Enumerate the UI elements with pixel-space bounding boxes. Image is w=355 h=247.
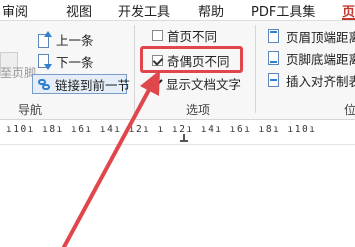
show-document-text-option[interactable]: 显示文档文字 [152, 73, 241, 93]
tab-developer[interactable]: 开发工具 [118, 1, 170, 20]
link-to-previous-button[interactable]: 链接到前一节 [32, 74, 131, 94]
group-separator [255, 25, 256, 113]
header-from-top-control[interactable]: 页眉顶端距离 [268, 26, 355, 46]
insert-alignment-tab-label: 插入对齐制表 [286, 73, 355, 89]
document-page[interactable] [0, 145, 355, 247]
alignment-tab-icon [268, 72, 282, 88]
footer-bottom-icon [268, 50, 282, 66]
go-to-footer-label: 至页脚 [0, 66, 37, 80]
link-to-previous-label: 链接到前一节 [55, 77, 131, 93]
highlight-box [140, 46, 243, 73]
insert-alignment-tab-button[interactable]: 插入对齐制表 [268, 70, 355, 90]
footer-from-bottom-label: 页脚底端距离 [286, 51, 355, 67]
group-label-options: 选项 [186, 103, 211, 117]
header-from-top-label: 页眉顶端距离 [286, 29, 355, 45]
group-separator [134, 25, 135, 113]
tab-view[interactable]: 视图 [66, 1, 92, 20]
next-icon [38, 53, 52, 70]
ribbon-panel: 至页脚 上一条 下一条 链接到前一节 导航 首页不同 奇偶页不同 显示文档文字 [0, 21, 355, 120]
header-top-icon [268, 28, 282, 44]
horizontal-ruler[interactable]: ı10ı ı8ı ı6ı ı4ı ı2ı ı ı2ı ı4ı ı6ı ı8ı ı… [0, 120, 355, 145]
tab-review[interactable]: 审阅 [2, 1, 28, 20]
next-label: 下一条 [56, 54, 94, 70]
group-label-position: 位 [344, 103, 355, 117]
previous-label: 上一条 [56, 32, 94, 48]
ruler-indent-marker[interactable] [180, 134, 188, 142]
first-page-different-checkbox[interactable] [152, 29, 163, 41]
link-icon [37, 77, 51, 92]
show-document-text-label: 显示文档文字 [166, 76, 242, 92]
ruler-scale: ı10ı ı8ı ı6ı ı4ı ı2ı ı ı2ı ı4ı ı6ı ı8ı ı… [6, 124, 317, 135]
next-button[interactable]: 下一条 [38, 51, 94, 71]
first-page-different-label: 首页不同 [167, 28, 218, 44]
show-document-text-check-icon[interactable] [152, 77, 162, 89]
tab-pdf-tools[interactable]: PDF工具集 [251, 1, 315, 20]
tab-help[interactable]: 帮助 [198, 1, 224, 20]
ribbon-tab-bar: 审阅 视图 开发工具 帮助 PDF工具集 页 [0, 0, 355, 21]
active-tab-indicator [342, 18, 355, 20]
footer-from-bottom-control[interactable]: 页脚底端距离 [268, 48, 355, 68]
group-label-navigation: 导航 [18, 103, 43, 117]
first-page-different-option[interactable]: 首页不同 [152, 25, 217, 45]
previous-button[interactable]: 上一条 [38, 29, 94, 49]
previous-icon [38, 30, 52, 48]
